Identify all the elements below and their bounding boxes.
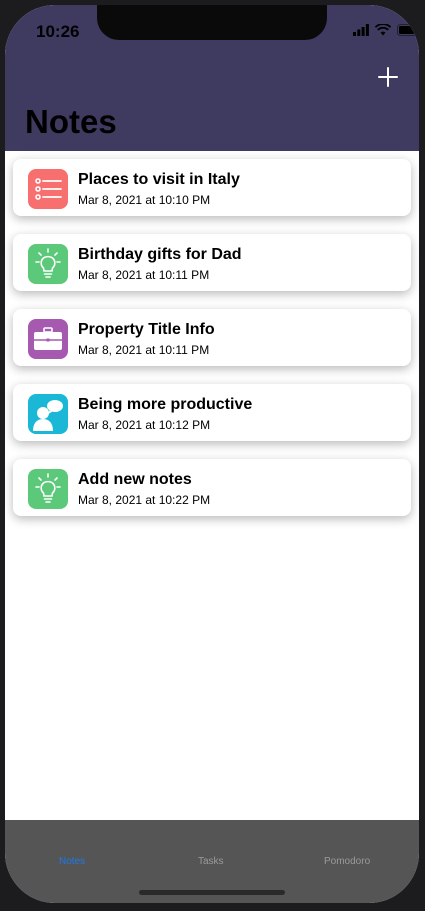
home-indicator [139, 890, 285, 895]
nav-header: 10:26 Notes [5, 5, 419, 151]
phone-screen: 10:26 Notes Places to visit in Italy Mar… [5, 5, 419, 903]
note-date: Mar 8, 2021 at 10:11 PM [78, 268, 210, 282]
note-date: Mar 8, 2021 at 10:10 PM [78, 193, 211, 207]
wifi-icon [375, 24, 391, 36]
plus-icon[interactable] [373, 63, 403, 93]
lightbulb-icon [28, 244, 68, 284]
note-title: Places to visit in Italy [78, 171, 240, 188]
person-thinking-icon [28, 394, 68, 434]
status-icons [353, 23, 419, 37]
note-card[interactable]: Birthday gifts for Dad Mar 8, 2021 at 10… [13, 234, 411, 291]
tab-bar: Notes Tasks Pomodoro [5, 820, 419, 903]
note-card[interactable]: Being more productive Mar 8, 2021 at 10:… [13, 384, 411, 441]
status-time: 10:26 [36, 22, 80, 41]
note-card[interactable]: Places to visit in Italy Mar 8, 2021 at … [13, 159, 411, 216]
note-title: Add new notes [78, 471, 192, 488]
note-card[interactable]: Property Title Info Mar 8, 2021 at 10:11… [13, 309, 411, 366]
note-title: Property Title Info [78, 321, 215, 338]
list-icon [28, 169, 68, 209]
signal-icon [353, 24, 369, 36]
note-card[interactable]: Add new notes Mar 8, 2021 at 10:22 PM [13, 459, 411, 516]
device-notch [97, 5, 327, 40]
note-date: Mar 8, 2021 at 10:12 PM [78, 418, 211, 432]
tab-tasks[interactable]: Tasks [198, 856, 224, 867]
battery-icon [397, 24, 419, 36]
note-title: Birthday gifts for Dad [78, 246, 242, 263]
tab-notes[interactable]: Notes [59, 856, 85, 867]
page-title: Notes [25, 103, 117, 140]
note-date: Mar 8, 2021 at 10:22 PM [78, 493, 211, 507]
note-title: Being more productive [78, 396, 253, 413]
briefcase-icon [28, 319, 68, 359]
lightbulb-icon [28, 469, 68, 509]
notes-list: Places to visit in Italy Mar 8, 2021 at … [13, 159, 411, 534]
tab-pomodoro[interactable]: Pomodoro [324, 856, 370, 867]
note-date: Mar 8, 2021 at 10:11 PM [78, 343, 210, 357]
